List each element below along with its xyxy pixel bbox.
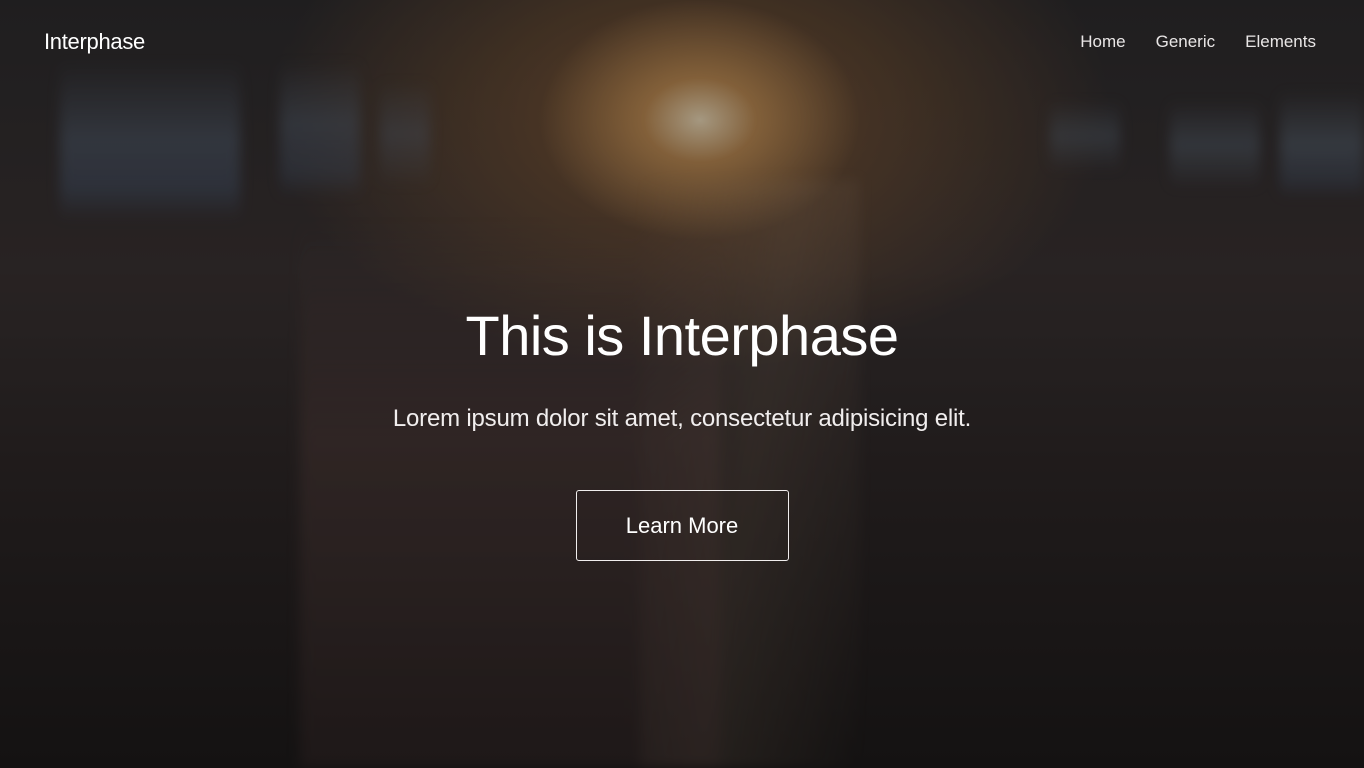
learn-more-button[interactable]: Learn More [575, 490, 789, 561]
nav-link-elements[interactable]: Elements [1245, 32, 1316, 52]
hero-section: Interphase Home Generic Elements This is… [0, 0, 1364, 768]
site-logo[interactable]: Interphase [44, 29, 145, 55]
top-nav: Interphase Home Generic Elements [0, 0, 1364, 88]
nav-link-home[interactable]: Home [1080, 32, 1125, 52]
nav-menu: Home Generic Elements [1080, 32, 1316, 52]
hero-subtitle: Lorem ipsum dolor sit amet, consectetur … [392, 405, 972, 432]
hero-content: This is Interphase Lorem ipsum dolor sit… [0, 298, 1364, 561]
nav-link-generic[interactable]: Generic [1156, 32, 1216, 52]
hero-title: This is Interphase [465, 304, 899, 367]
